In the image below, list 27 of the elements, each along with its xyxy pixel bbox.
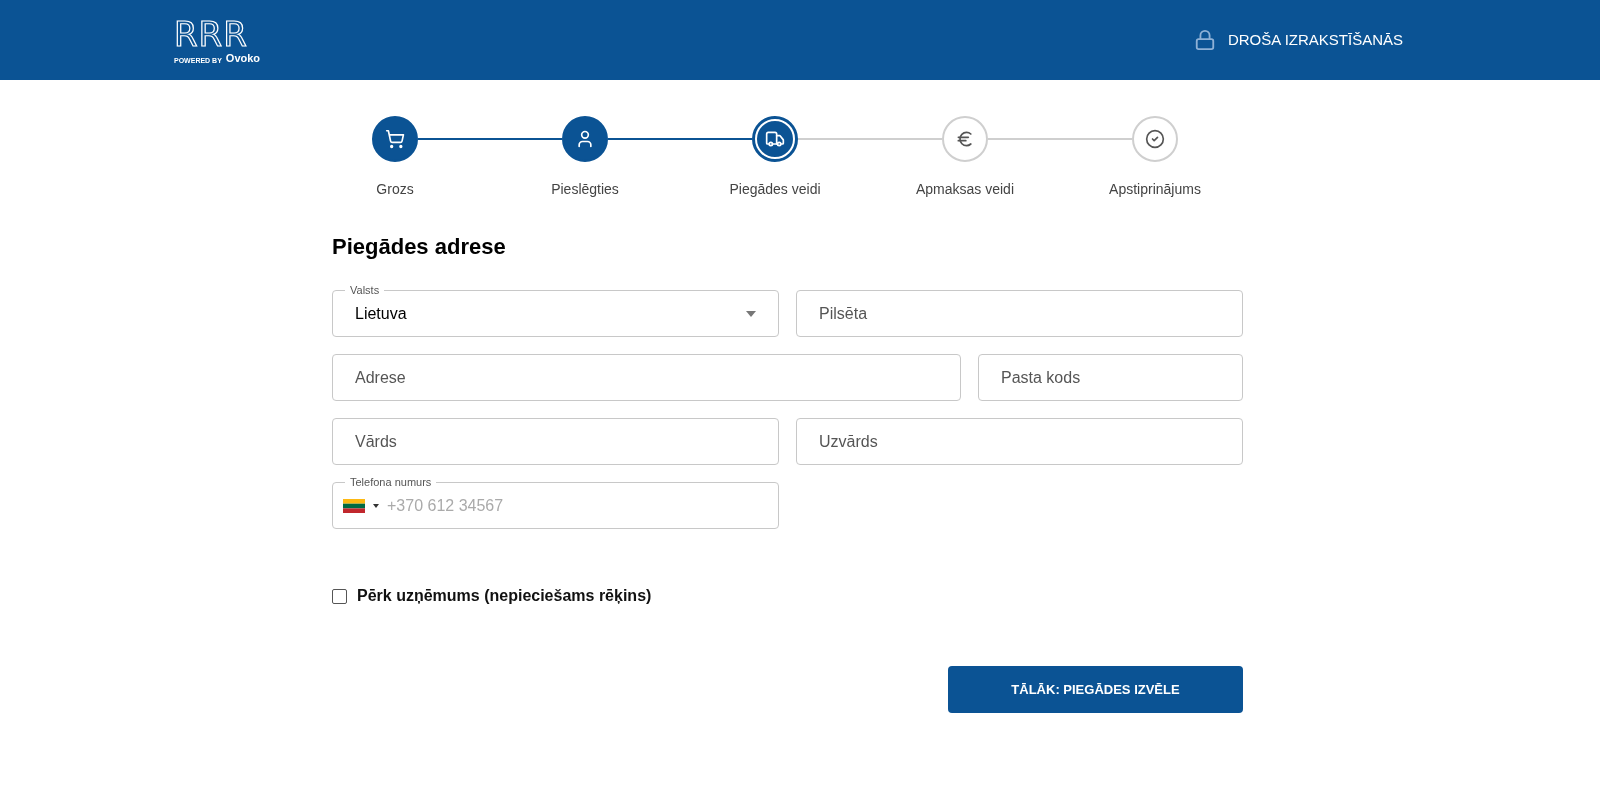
input-field[interactable]: Adrese <box>332 354 961 401</box>
input-field[interactable]: Vārds <box>332 418 779 465</box>
step-label: Apstiprinājums <box>1109 180 1201 199</box>
step-label: Apmaksas veidi <box>915 180 1014 199</box>
step-label: Grozs <box>376 180 414 199</box>
section-heading: Piegādes adrese <box>332 233 507 261</box>
logo-mark[interactable]: RRR <box>174 16 261 51</box>
lock-icon <box>1193 29 1216 51</box>
select-value: Lietuva <box>355 303 407 324</box>
next-button[interactable]: TĀLĀK: PIEGĀDES IZVĒLE <box>948 666 1243 713</box>
checkbox-label: Pērk uzņēmums (nepieciešams rēķins) <box>357 586 652 606</box>
input-field[interactable]: Uzvārds <box>796 418 1243 465</box>
cart-icon <box>385 129 405 149</box>
dropdown-caret-icon <box>373 503 379 508</box>
check-circle-icon <box>1145 129 1165 149</box>
truck-icon <box>765 129 785 149</box>
checkbox[interactable] <box>332 588 347 604</box>
input-field[interactable]: Pasta kods <box>978 354 1243 401</box>
flag-icon <box>343 498 365 513</box>
input-field[interactable]: Pilsēta <box>796 290 1243 337</box>
user-icon <box>575 129 595 149</box>
logo-brand: Ovoko <box>225 52 261 64</box>
dropdown-caret-icon <box>746 310 756 317</box>
secure-checkout-label: DROŠA IZRAKSTĪŠANĀS <box>1227 29 1403 50</box>
step-label: Pieslēgties <box>551 180 619 199</box>
phone-input[interactable]: +370 612 34567 <box>387 493 768 518</box>
step-label: Piegādes veidi <box>729 180 821 199</box>
